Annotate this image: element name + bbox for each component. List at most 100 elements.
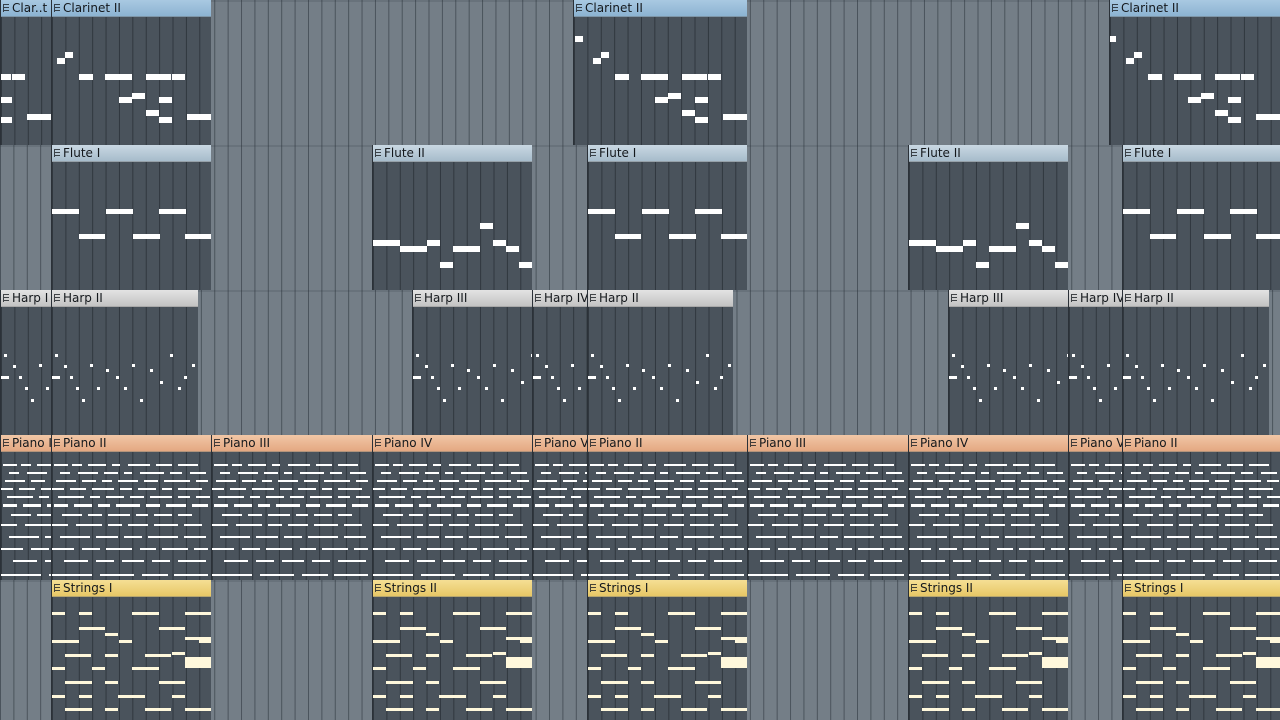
midi-note[interactable] bbox=[56, 480, 76, 482]
midi-note[interactable] bbox=[449, 464, 471, 466]
midi-note[interactable] bbox=[1249, 464, 1269, 466]
midi-note[interactable] bbox=[1255, 376, 1258, 379]
midi-note[interactable] bbox=[1175, 472, 1189, 474]
midi-note[interactable] bbox=[511, 472, 527, 474]
midi-note[interactable] bbox=[122, 560, 144, 562]
midi-note[interactable] bbox=[222, 514, 242, 516]
midi-note[interactable] bbox=[82, 480, 96, 482]
midi-note[interactable] bbox=[860, 480, 886, 482]
midi-note[interactable] bbox=[1256, 657, 1280, 668]
midi-note[interactable] bbox=[652, 376, 655, 379]
midi-note[interactable] bbox=[419, 504, 431, 507]
midi-note[interactable] bbox=[431, 376, 434, 379]
midi-note[interactable] bbox=[706, 354, 709, 357]
midi-note[interactable] bbox=[132, 93, 145, 99]
midi-note[interactable] bbox=[13, 365, 16, 368]
midi-note[interactable] bbox=[1126, 58, 1134, 64]
midi-note[interactable] bbox=[1177, 369, 1180, 372]
midi-note[interactable] bbox=[146, 504, 160, 507]
midi-note[interactable] bbox=[1134, 52, 1142, 58]
midi-note[interactable] bbox=[695, 117, 708, 123]
midi-note[interactable] bbox=[1163, 488, 1185, 490]
midi-note[interactable] bbox=[1147, 387, 1150, 390]
midi-note[interactable] bbox=[987, 496, 1001, 498]
midi-note[interactable] bbox=[575, 36, 583, 42]
midi-note[interactable] bbox=[708, 695, 721, 698]
midi-note[interactable] bbox=[1150, 695, 1163, 698]
midi-note[interactable] bbox=[965, 524, 979, 526]
midi-note[interactable] bbox=[260, 574, 294, 576]
midi-note[interactable] bbox=[963, 496, 981, 498]
midi-note[interactable] bbox=[1055, 262, 1068, 268]
midi-note[interactable] bbox=[471, 496, 493, 498]
midi-note[interactable] bbox=[178, 488, 202, 490]
midi-note[interactable] bbox=[1123, 209, 1150, 214]
midi-note[interactable] bbox=[1136, 708, 1163, 711]
midi-note[interactable] bbox=[1131, 472, 1141, 474]
midi-note[interactable] bbox=[824, 524, 844, 526]
midi-note[interactable] bbox=[1267, 480, 1279, 482]
midi-note[interactable] bbox=[624, 464, 642, 466]
midi-note[interactable] bbox=[965, 514, 987, 516]
midi-note[interactable] bbox=[721, 612, 747, 615]
midi-note[interactable] bbox=[212, 524, 228, 526]
midi-note[interactable] bbox=[760, 560, 784, 562]
midi-note[interactable] bbox=[272, 464, 280, 466]
midi-note[interactable] bbox=[939, 480, 953, 482]
midi-note[interactable] bbox=[381, 472, 391, 474]
midi-note[interactable] bbox=[52, 667, 65, 670]
midi-note[interactable] bbox=[969, 464, 977, 466]
midi-note[interactable] bbox=[848, 560, 866, 562]
midi-note[interactable] bbox=[588, 574, 628, 576]
region-header[interactable]: Piano II bbox=[52, 435, 211, 452]
midi-note[interactable] bbox=[425, 472, 439, 474]
midi-note[interactable] bbox=[1029, 364, 1032, 367]
midi-note[interactable] bbox=[959, 480, 969, 482]
midi-note[interactable] bbox=[385, 560, 409, 562]
midi-note[interactable] bbox=[397, 524, 423, 526]
midi-note[interactable] bbox=[513, 504, 529, 507]
midi-note[interactable] bbox=[913, 480, 933, 482]
midi-note[interactable] bbox=[768, 464, 778, 466]
midi-note[interactable] bbox=[70, 376, 73, 379]
region-clarinet[interactable]: Clarinet II bbox=[1109, 0, 1280, 145]
midi-note[interactable] bbox=[79, 695, 92, 698]
midi-note[interactable] bbox=[1126, 354, 1129, 357]
midi-note[interactable] bbox=[440, 640, 453, 643]
midi-note[interactable] bbox=[96, 536, 118, 538]
midi-note[interactable] bbox=[909, 695, 922, 698]
region-harp[interactable]: Harp I bbox=[0, 290, 51, 435]
midi-note[interactable] bbox=[1053, 496, 1067, 498]
midi-note[interactable] bbox=[577, 536, 587, 538]
midi-note[interactable] bbox=[874, 514, 888, 516]
region-header[interactable]: Flute I bbox=[1123, 145, 1280, 162]
region-header[interactable]: Flute I bbox=[52, 145, 211, 162]
midi-note[interactable] bbox=[1087, 488, 1103, 490]
midi-note[interactable] bbox=[798, 480, 808, 482]
midi-note[interactable] bbox=[1136, 681, 1163, 684]
midi-note[interactable] bbox=[234, 504, 252, 507]
midi-note[interactable] bbox=[1095, 472, 1115, 474]
midi-note[interactable] bbox=[27, 114, 51, 120]
midi-note[interactable] bbox=[162, 548, 188, 550]
midi-note[interactable] bbox=[588, 667, 601, 670]
midi-note[interactable] bbox=[962, 681, 975, 684]
midi-note[interactable] bbox=[416, 354, 419, 357]
midi-note[interactable] bbox=[588, 524, 604, 526]
midi-note[interactable] bbox=[427, 548, 453, 550]
midi-note[interactable] bbox=[517, 480, 529, 482]
midi-note[interactable] bbox=[553, 464, 563, 466]
midi-note[interactable] bbox=[461, 548, 477, 550]
midi-note[interactable] bbox=[1071, 464, 1085, 466]
midi-note[interactable] bbox=[874, 488, 898, 490]
region-piano[interactable]: Piano III bbox=[211, 435, 372, 580]
midi-note[interactable] bbox=[194, 548, 208, 550]
midi-note[interactable] bbox=[1230, 209, 1257, 214]
midi-note[interactable] bbox=[682, 504, 696, 507]
midi-note[interactable] bbox=[100, 574, 134, 576]
midi-note[interactable] bbox=[1115, 504, 1122, 507]
midi-note[interactable] bbox=[400, 612, 413, 615]
midi-note[interactable] bbox=[850, 524, 874, 526]
midi-note[interactable] bbox=[698, 488, 708, 490]
midi-note[interactable] bbox=[846, 496, 868, 498]
